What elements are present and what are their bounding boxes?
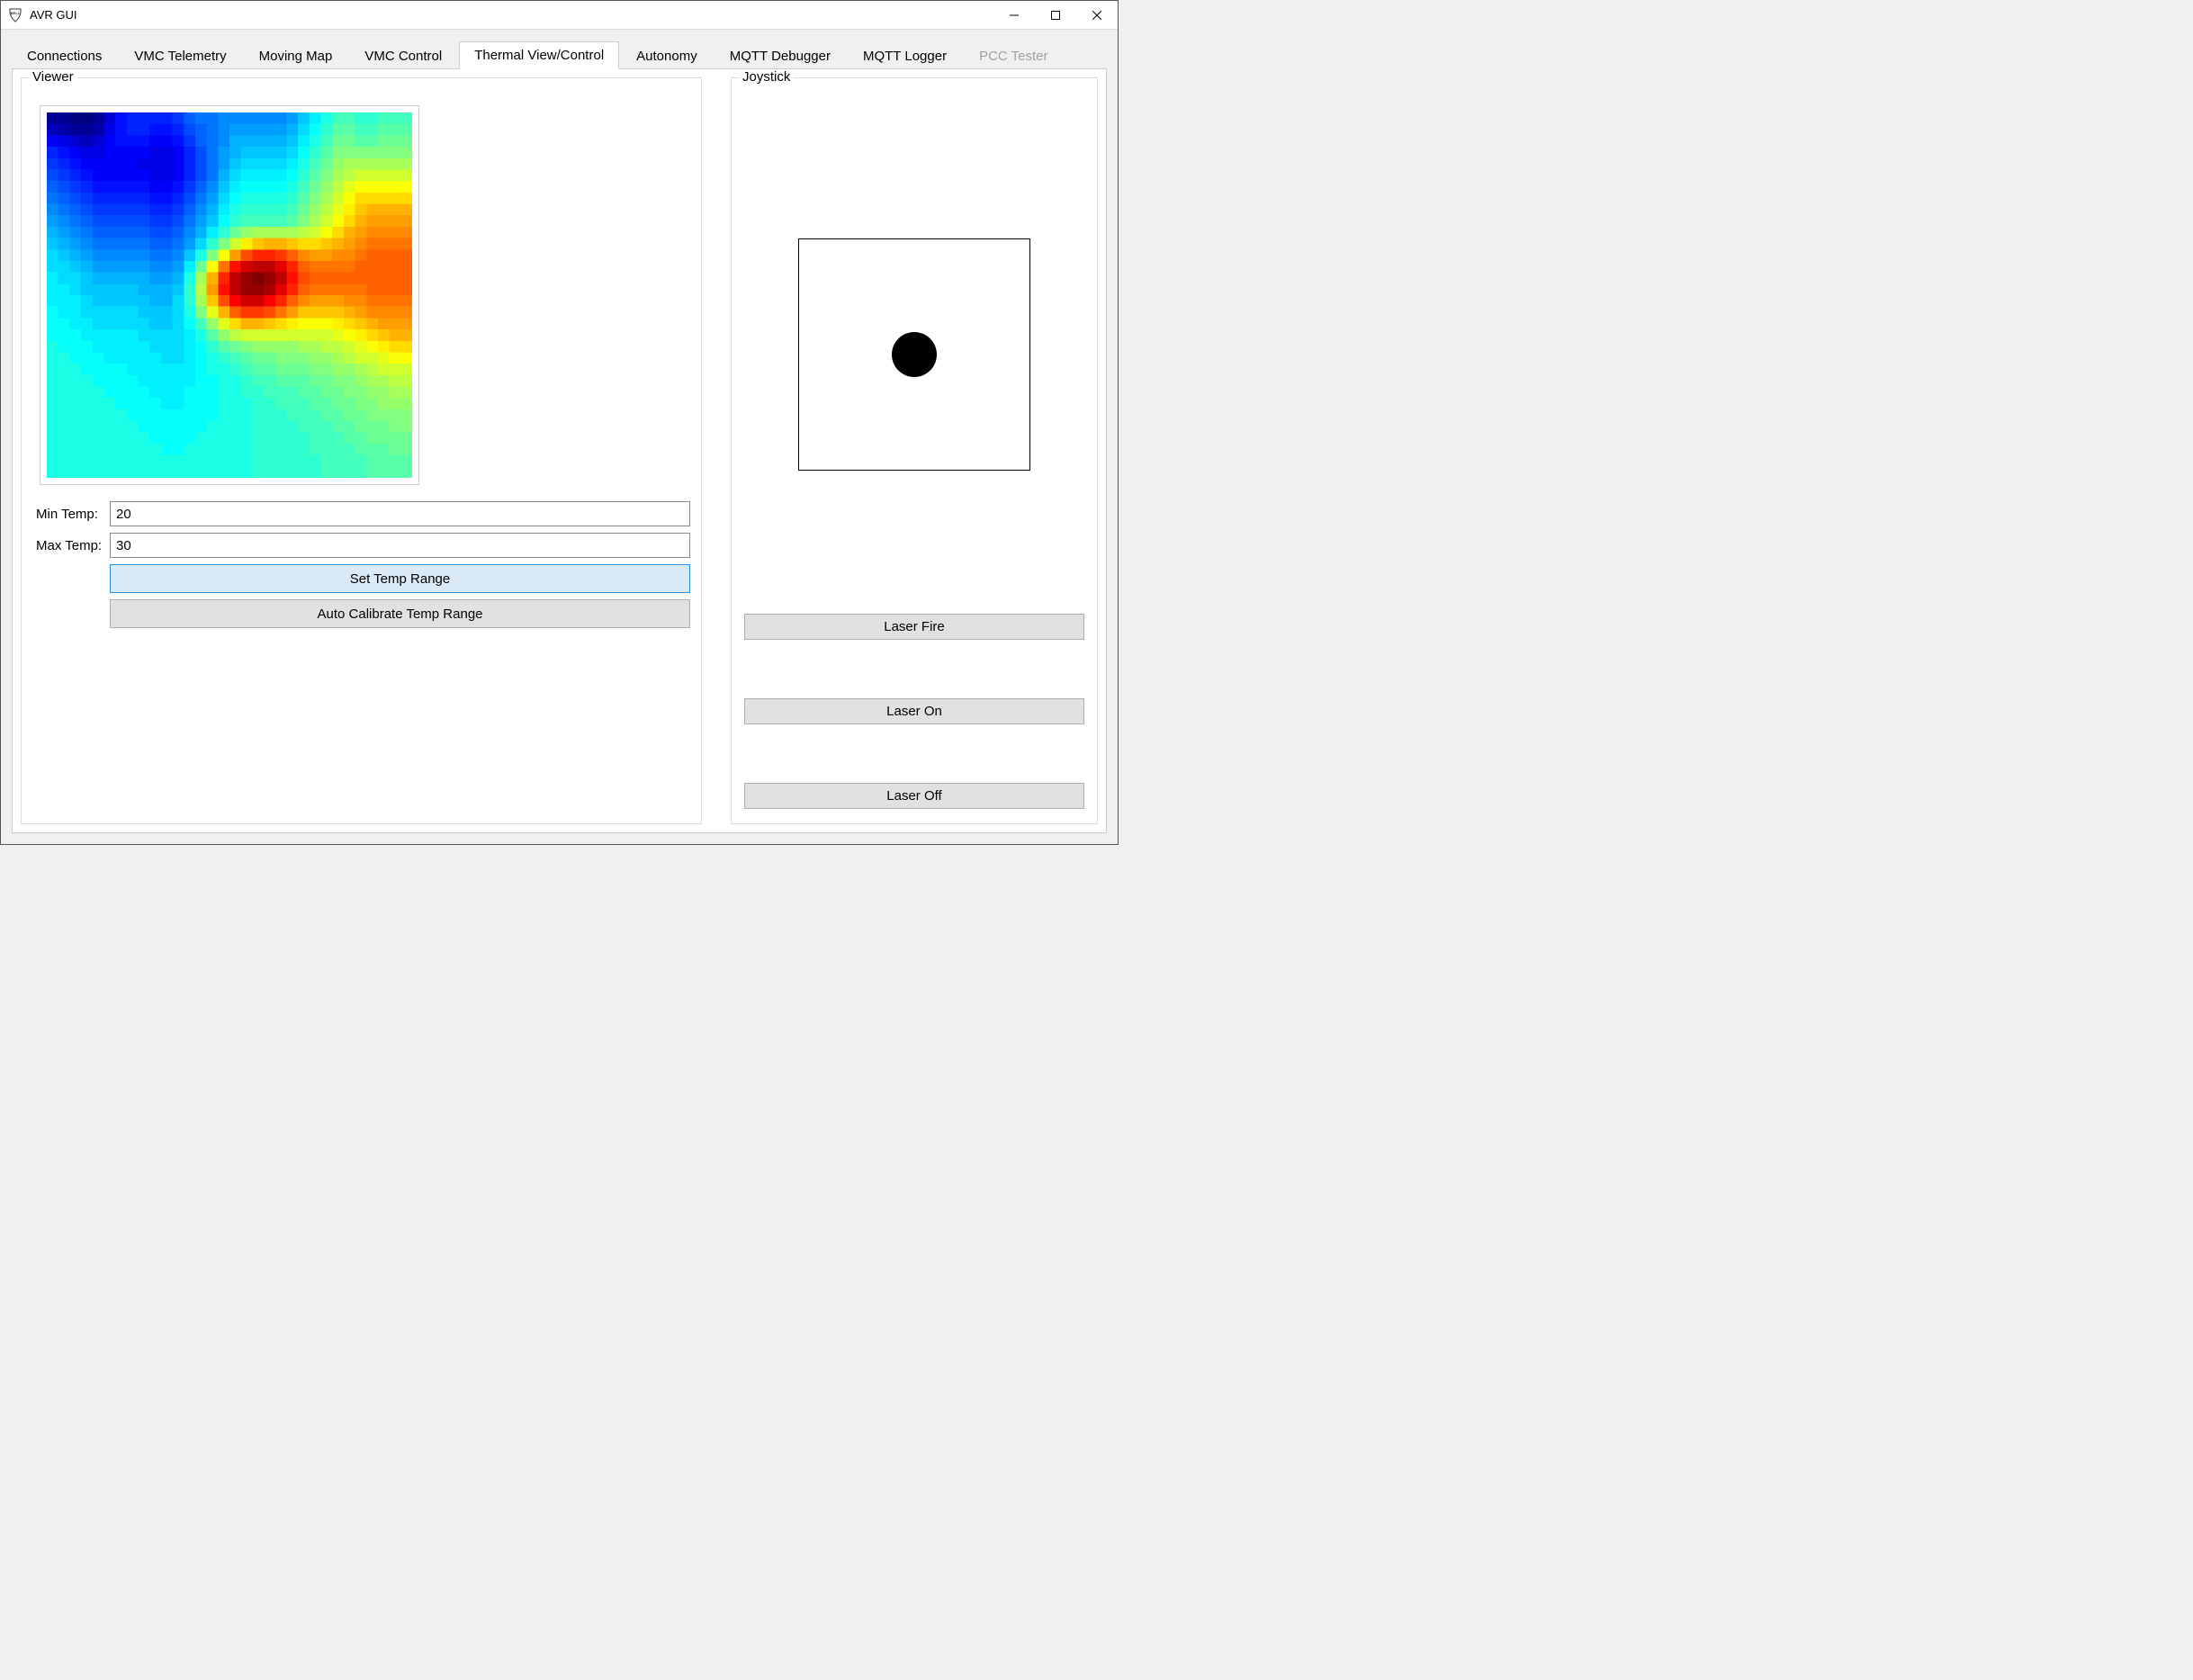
viewer-group: Viewer Min Temp: Max Temp: Set Temp Rang… [21, 77, 702, 824]
joystick-area [742, 94, 1086, 614]
joystick-legend: Joystick [739, 69, 794, 85]
thermal-image-frame [40, 105, 419, 485]
joystick-handle[interactable] [892, 332, 937, 377]
tab-vmc-telemetry[interactable]: VMC Telemetry [119, 42, 241, 69]
minimize-button[interactable] [993, 1, 1035, 29]
laser-on-button[interactable]: Laser On [744, 698, 1084, 724]
viewer-legend: Viewer [29, 69, 77, 85]
set-temp-range-button[interactable]: Set Temp Range [110, 564, 690, 593]
min-temp-input[interactable] [110, 501, 690, 526]
tab-autonomy[interactable]: Autonomy [621, 42, 713, 69]
svg-text:BELL: BELL [11, 11, 21, 15]
client-area: ConnectionsVMC TelemetryMoving MapVMC Co… [1, 30, 1118, 844]
application-window: BELL AVR GUI ConnectionsVMC TelemetryMov… [0, 0, 1119, 845]
tab-thermal-view-control[interactable]: Thermal View/Control [459, 41, 619, 69]
tab-pcc-tester: PCC Tester [964, 42, 1063, 69]
joystick-group: Joystick Laser Fire Laser On Laser Off [731, 77, 1098, 824]
joystick-pad[interactable] [798, 238, 1030, 471]
tab-moving-map[interactable]: Moving Map [244, 42, 348, 69]
max-temp-input[interactable] [110, 533, 690, 558]
max-temp-label: Max Temp: [32, 538, 110, 553]
thermal-image [47, 112, 412, 478]
tab-vmc-control[interactable]: VMC Control [349, 42, 457, 69]
window-title: AVR GUI [30, 8, 993, 22]
tab-connections[interactable]: Connections [12, 42, 117, 69]
tab-mqtt-logger[interactable]: MQTT Logger [848, 42, 962, 69]
titlebar[interactable]: BELL AVR GUI [1, 1, 1118, 30]
app-icon: BELL [8, 8, 22, 22]
tab-strip: ConnectionsVMC TelemetryMoving MapVMC Co… [12, 40, 1107, 68]
laser-off-button[interactable]: Laser Off [744, 783, 1084, 809]
auto-calibrate-button[interactable]: Auto Calibrate Temp Range [110, 599, 690, 628]
maximize-button[interactable] [1035, 1, 1076, 29]
tab-mqtt-debugger[interactable]: MQTT Debugger [715, 42, 846, 69]
tab-content: Viewer Min Temp: Max Temp: Set Temp Rang… [12, 68, 1107, 833]
window-controls [993, 1, 1118, 29]
close-button[interactable] [1076, 1, 1118, 29]
laser-fire-button[interactable]: Laser Fire [744, 614, 1084, 640]
min-temp-label: Min Temp: [32, 507, 110, 522]
